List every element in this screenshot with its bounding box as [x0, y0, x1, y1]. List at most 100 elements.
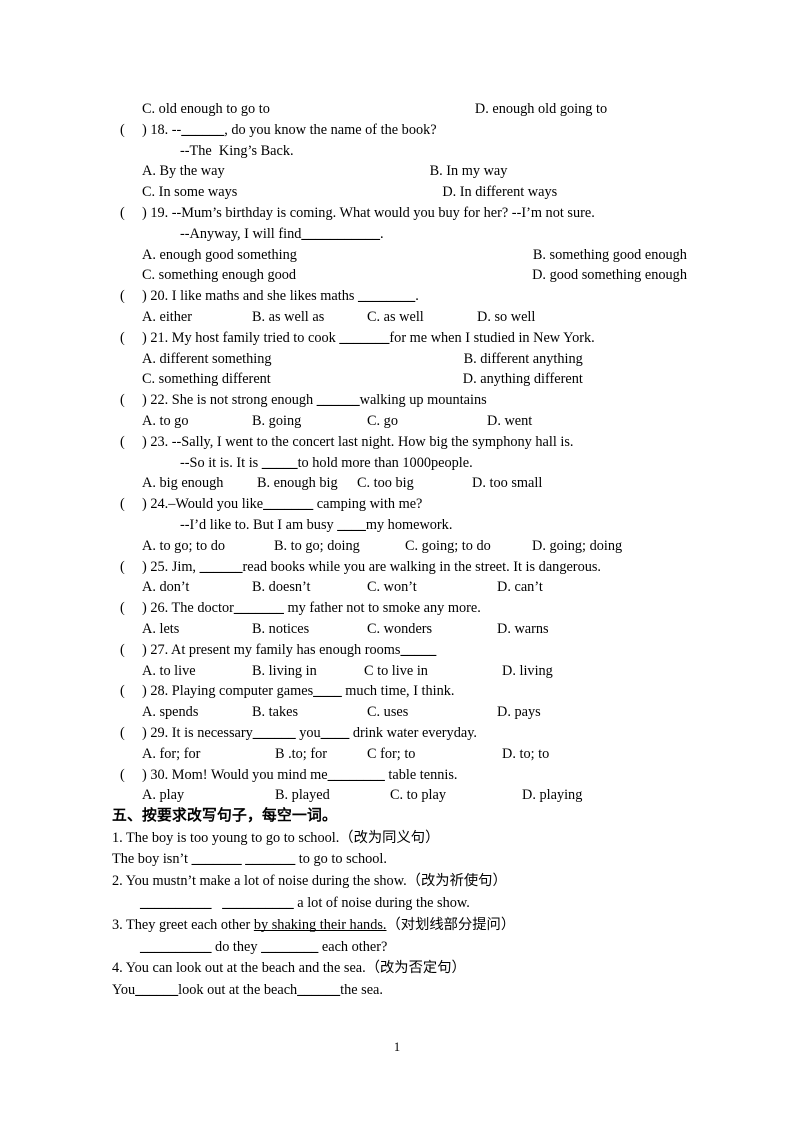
- option-b: B. enough big: [257, 475, 338, 492]
- stem-tail: walking up mountains: [359, 392, 487, 409]
- option-c: C. go: [367, 412, 398, 429]
- answer-bracket[interactable]: (: [120, 286, 142, 307]
- option-a: A. to live: [142, 662, 196, 679]
- stem-text: ) 29. It is necessary: [142, 724, 253, 741]
- answer-bracket[interactable]: (: [120, 328, 142, 349]
- stem-tail: my father not to smoke any more.: [283, 600, 481, 617]
- answer-blank[interactable]: ________: [328, 767, 385, 783]
- option-row: A. to go; to do B. to go; doing C. going; …: [120, 536, 690, 557]
- answer-bracket[interactable]: (: [120, 390, 142, 411]
- answer-pre: The boy isn’t: [112, 851, 192, 868]
- stem-tail: table tennis.: [384, 766, 458, 783]
- sub-tail: to hold more than 1000people.: [297, 454, 473, 471]
- option-row: A. big enough B. enough big C. too big D. t…: [120, 473, 690, 494]
- question-stem-23: () 23. --Sally, I went to the concert la…: [120, 432, 690, 453]
- option-b: B. played: [275, 787, 330, 804]
- answer-blank-1[interactable]: __________: [140, 895, 211, 911]
- stem-text: ) 28. Playing computer games: [142, 683, 314, 700]
- option-c: C. to play: [390, 787, 446, 804]
- answer-mid: do they: [211, 938, 262, 955]
- answer-blank[interactable]: _______: [339, 330, 389, 346]
- stem-text: ) 25. Jim,: [142, 558, 200, 575]
- option-b: B .to; for: [275, 745, 328, 762]
- option-left: C. old enough to go to: [142, 101, 270, 117]
- option-a: A. don’t: [142, 579, 190, 596]
- sub-text: --So it is. It is: [180, 454, 262, 471]
- answer-blank-1[interactable]: __________: [140, 939, 211, 955]
- sub-text: --Anyway, I will find: [180, 225, 302, 242]
- answer-bracket[interactable]: (: [120, 557, 142, 578]
- answer-bracket[interactable]: (: [120, 432, 142, 453]
- option-b: B. takes: [252, 704, 299, 721]
- answer-blank[interactable]: ______: [181, 122, 224, 138]
- answer-blank-2[interactable]: ________: [261, 939, 318, 955]
- answer-bracket[interactable]: (: [120, 120, 142, 141]
- option-right: B. something good enough: [532, 246, 687, 263]
- question-stem-26: () 26. The doctor_______ my father not t…: [120, 598, 690, 619]
- question-sub-19: --Anyway, I will find___________.: [120, 224, 690, 245]
- option-row: A. By the way B. In my way: [120, 161, 690, 182]
- answer-bracket[interactable]: (: [120, 765, 142, 786]
- answer-bracket[interactable]: (: [120, 598, 142, 619]
- answer-blank[interactable]: ____: [313, 683, 342, 699]
- answer-blank-2[interactable]: ____: [321, 725, 350, 741]
- option-a: A. to go: [142, 412, 189, 429]
- answer-blank[interactable]: _______: [263, 496, 313, 512]
- answer-blank-1[interactable]: _______: [192, 851, 242, 867]
- option-a: A. big enough: [142, 475, 224, 492]
- answer-blank[interactable]: _____: [262, 455, 298, 471]
- question-stem-29: () 29. It is necessary______ you____ dri…: [120, 723, 690, 744]
- prompt-tail: （对划线部分提问）: [386, 916, 516, 933]
- rewrite-prompt-4: 4. You can look out at the beach and the…: [112, 960, 466, 977]
- answer-mid: [211, 895, 222, 911]
- option-right: B. different anything: [463, 350, 583, 367]
- answer-blank-2[interactable]: __________: [222, 895, 293, 911]
- option-c: C to live in: [364, 662, 428, 679]
- answer-blank-2[interactable]: _______: [245, 851, 295, 867]
- answer-blank[interactable]: ________: [358, 288, 415, 304]
- answer-bracket[interactable]: (: [120, 203, 142, 224]
- option-d: D. going; doing: [532, 537, 623, 554]
- exam-paper-page: C. old enough to go to D. enough old goin…: [0, 0, 794, 1123]
- answer-tail: the sea.: [340, 982, 383, 999]
- stem-tail: read books while you are walking in the …: [242, 558, 602, 575]
- stem-text: ) 27. At present my family has enough ro…: [142, 641, 401, 658]
- stem-tail: drink water everyday.: [349, 724, 477, 741]
- answer-blank-2[interactable]: ______: [297, 982, 340, 998]
- question-sub-18: --The King’s Back.: [180, 142, 294, 159]
- document-body: C. old enough to go to D. enough old goin…: [112, 99, 690, 1002]
- option-d: D. pays: [497, 704, 541, 721]
- answer-bracket[interactable]: (: [120, 723, 142, 744]
- stem-text: ) 30. Mom! Would you mind me: [142, 766, 328, 783]
- option-right: B. In my way: [429, 163, 508, 180]
- rewrite-answer-2: __________ __________ a lot of noise dur…: [112, 893, 690, 915]
- stem-tail: for me when I studied in New York.: [389, 329, 595, 346]
- sub-tail: .: [380, 225, 384, 242]
- answer-bracket[interactable]: (: [120, 640, 142, 661]
- option-c: C. going; to do: [405, 537, 491, 554]
- option-d: D. warns: [497, 620, 549, 637]
- answer-blank[interactable]: ______: [200, 559, 243, 575]
- answer-bracket[interactable]: (: [120, 494, 142, 515]
- answer-blank[interactable]: ____: [337, 517, 366, 533]
- stem-text: ) 23. --Sally, I went to the concert las…: [142, 433, 574, 450]
- answer-tail: each other?: [318, 938, 388, 955]
- rewrite-prompt-2: 2. You mustn’t make a lot of noise durin…: [112, 873, 507, 890]
- answer-bracket[interactable]: (: [120, 681, 142, 702]
- question-stem-30: () 30. Mom! Would you mind me________ ta…: [120, 765, 690, 786]
- answer-blank[interactable]: ______: [317, 392, 360, 408]
- answer-blank[interactable]: ___________: [301, 226, 380, 242]
- answer-blank[interactable]: _______: [234, 600, 284, 616]
- answer-blank[interactable]: ______: [253, 725, 296, 741]
- option-left: C. something different: [142, 371, 271, 388]
- option-row: C. something enough good D. good somethin…: [120, 265, 690, 286]
- option-right: D. In different ways: [442, 184, 558, 201]
- answer-blank-1[interactable]: ______: [135, 982, 178, 998]
- rewrite-answer-1: The boy isn’t _______ _______ to go to s…: [112, 849, 690, 871]
- option-b: B. to go; doing: [274, 537, 360, 554]
- option-row: A. spends B. takes C. uses D. pays: [120, 702, 690, 723]
- option-b: B. notices: [252, 620, 310, 637]
- option-b: B. doesn’t: [252, 579, 311, 596]
- answer-blank[interactable]: _____: [401, 642, 437, 658]
- underlined-phrase: by shaking their hands.: [253, 916, 387, 933]
